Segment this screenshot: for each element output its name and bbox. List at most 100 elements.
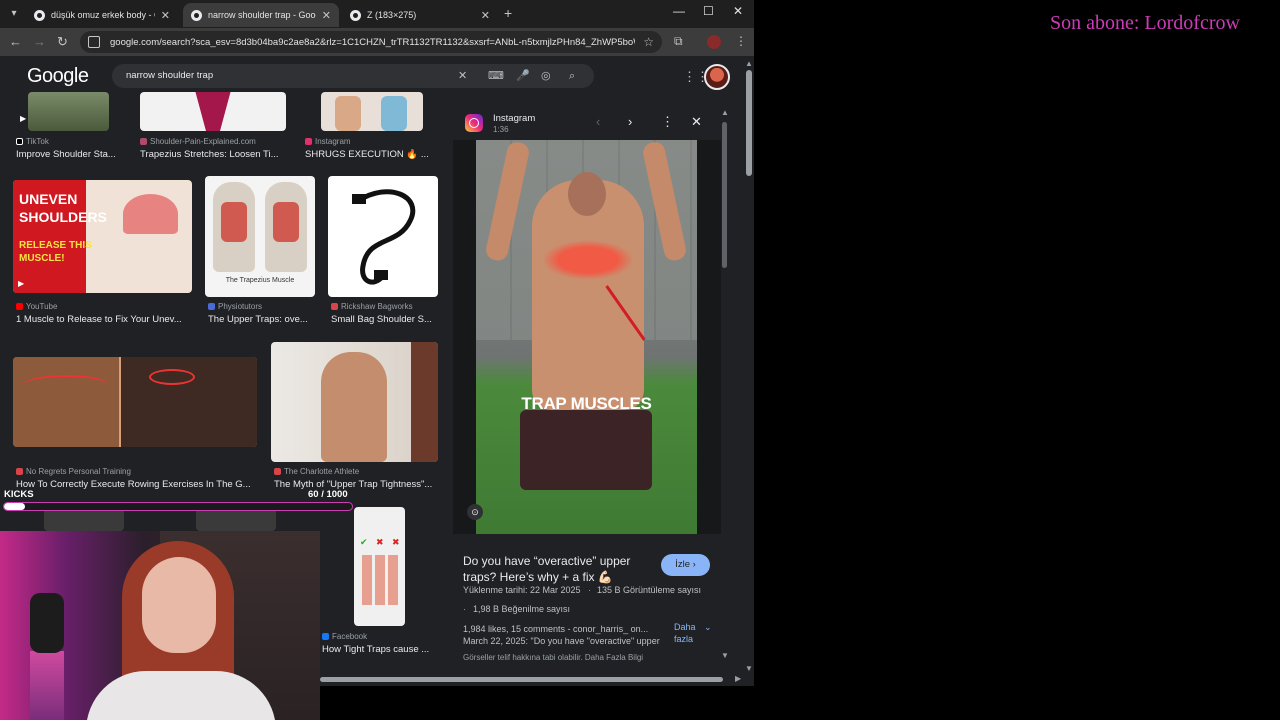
result-source[interactable]: Instagram	[305, 137, 351, 146]
maximize-icon[interactable]: ☐	[703, 4, 714, 18]
bookmark-star-icon[interactable]: ☆	[643, 35, 654, 49]
search-icon[interactable]: ⌕	[569, 69, 575, 83]
tab-3[interactable]: Z (183×275) ✕	[342, 3, 498, 27]
site-favicon-icon	[16, 468, 23, 475]
kicks-goal-label: KICKS	[4, 489, 34, 500]
result-caption[interactable]: Small Bag Shoulder S...	[331, 314, 437, 325]
instagram-icon	[465, 114, 483, 132]
avatar[interactable]	[704, 64, 730, 90]
separator-dot: ·	[588, 585, 591, 595]
result-image[interactable]	[321, 92, 423, 131]
result-caption[interactable]: The Upper Traps: ove...	[208, 314, 316, 325]
result-image[interactable]	[13, 357, 257, 447]
more-options-icon[interactable]: ⋮	[661, 115, 674, 129]
minimize-icon[interactable]: —	[673, 4, 685, 18]
keyboard-icon[interactable]: ⌨	[488, 69, 504, 83]
preview-image[interactable]: TRAP MUSCLES ⊙	[453, 140, 721, 534]
site-info-icon[interactable]	[88, 36, 100, 48]
forward-icon[interactable]: →	[33, 34, 46, 50]
result-source[interactable]: The Charlotte Athlete	[274, 467, 359, 476]
microphone-icon[interactable]: 🎤	[516, 69, 530, 83]
result-source[interactable]: Physiotutors	[208, 302, 262, 311]
result-caption[interactable]: The Myth of "Upper Trap Tightness"...	[274, 479, 438, 490]
close-icon[interactable]: ✕	[691, 115, 702, 129]
lens-search-icon[interactable]: ⊙	[467, 504, 483, 520]
result-image[interactable]	[271, 342, 438, 462]
close-icon[interactable]: ✕	[322, 9, 331, 22]
result-source[interactable]: Facebook	[322, 632, 367, 641]
page-scrollbar[interactable]	[746, 70, 752, 176]
window-close-icon[interactable]: ✕	[733, 4, 743, 18]
more-link[interactable]: Daha fazla	[674, 621, 702, 645]
scroll-right-icon[interactable]: ▶	[735, 674, 741, 683]
tab-search-icon[interactable]: ▾	[6, 6, 22, 22]
kicks-progress-bar	[3, 502, 353, 511]
watch-button[interactable]: İzle ›	[661, 554, 710, 576]
back-icon[interactable]: ←	[9, 34, 22, 50]
scroll-down-icon[interactable]: ▼	[721, 651, 729, 660]
result-caption[interactable]: SHRUGS EXECUTION 🔥 ...	[305, 149, 435, 160]
video-caption: TRAP MUSCLES	[521, 394, 652, 413]
result-source[interactable]: YouTube	[16, 302, 57, 311]
next-icon[interactable]: ›	[628, 115, 632, 129]
chevron-down-icon[interactable]: ⌄	[704, 622, 712, 633]
strap-image	[352, 189, 416, 285]
panel-title[interactable]: Do you have “overactive” upper traps? He…	[463, 553, 653, 585]
search-box[interactable]: narrow shoulder trap ✕ ⌨ 🎤 ◎ ⌕	[112, 64, 594, 88]
browser-toolbar: ← → ↻ google.com/search?sca_esv=8d3b04ba…	[0, 28, 754, 56]
result-image[interactable]	[28, 92, 109, 131]
result-image[interactable]: The Trapezius Muscle	[205, 176, 315, 297]
tab-2[interactable]: narrow shoulder trap - Google ✕	[183, 3, 339, 27]
image-preview-panel: Instagram 1:36 ‹ › ⋮ ✕ TRAP MUSCLES ⊙ Do…	[453, 104, 721, 686]
clear-icon[interactable]: ✕	[458, 69, 467, 83]
thumbnail-text: SHOULDERS	[19, 209, 107, 225]
result-image[interactable]: UNEVEN SHOULDERS RELEASE THIS MUSCLE! ▶	[13, 180, 192, 293]
video-frame: TRAP MUSCLES	[476, 140, 697, 534]
horizontal-scrollbar[interactable]	[320, 677, 723, 682]
url-text[interactable]: google.com/search?sca_esv=8d3b04ba9c2ae8…	[110, 37, 635, 48]
microphone	[30, 593, 64, 653]
browser-profile-avatar[interactable]	[707, 35, 721, 49]
extensions-icon[interactable]: ⧉	[674, 34, 683, 49]
search-input[interactable]: narrow shoulder trap	[126, 70, 213, 81]
result-image[interactable]	[140, 92, 286, 131]
thumbnail-text: UNEVEN	[19, 191, 78, 207]
result-source[interactable]: Shoulder-Pain-Explained.com	[140, 137, 256, 146]
new-tab-button[interactable]: +	[504, 6, 512, 20]
scroll-up-icon[interactable]: ▲	[721, 108, 729, 117]
copyright-notice[interactable]: Görseller telif hakkına tabi olabilir. D…	[463, 653, 643, 662]
result-caption[interactable]: How To Correctly Execute Rowing Exercise…	[16, 479, 256, 490]
result-source[interactable]: TikTok	[16, 137, 49, 146]
separator-dot: ·	[463, 604, 466, 614]
play-icon: ▶	[18, 279, 25, 288]
panel-scrollbar[interactable]	[722, 122, 727, 268]
thumbnail-label: The Trapezius Muscle	[225, 277, 295, 284]
instagram-icon	[305, 138, 312, 145]
result-caption[interactable]: Improve Shoulder Sta...	[16, 149, 126, 160]
site-favicon-icon	[331, 303, 338, 310]
lens-icon[interactable]: ◎	[541, 69, 551, 83]
site-favicon-icon	[140, 138, 147, 145]
google-favicon-icon	[34, 9, 45, 21]
result-caption[interactable]: 1 Muscle to Release to Fix Your Unev...	[16, 314, 190, 325]
result-source[interactable]: No Regrets Personal Training	[16, 467, 131, 476]
scroll-up-icon[interactable]: ▲	[745, 59, 753, 68]
close-icon[interactable]: ✕	[481, 9, 490, 22]
scroll-down-icon[interactable]: ▼	[745, 664, 753, 673]
google-logo[interactable]: Google	[27, 65, 89, 88]
kicks-progress-fill	[4, 503, 25, 510]
result-caption[interactable]: How Tight Traps cause ...	[322, 644, 438, 655]
previous-icon[interactable]: ‹	[596, 115, 600, 129]
site-favicon-icon	[208, 303, 215, 310]
site-favicon-icon	[274, 468, 281, 475]
browser-menu-icon[interactable]: ⋮	[735, 34, 747, 48]
result-caption[interactable]: Trapezius Stretches: Loosen Ti...	[140, 149, 286, 160]
reload-icon[interactable]: ↻	[57, 34, 68, 50]
result-source[interactable]: Rickshaw Bagworks	[331, 302, 413, 311]
result-image[interactable]	[328, 176, 438, 297]
panel-source[interactable]: Instagram	[493, 113, 535, 124]
result-image[interactable]: ✔ ✖ ✖	[354, 507, 405, 626]
address-bar[interactable]: google.com/search?sca_esv=8d3b04ba9c2ae8…	[80, 31, 662, 53]
close-icon[interactable]: ✕	[161, 9, 170, 22]
tab-1[interactable]: düşük omuz erkek body - Goog ✕	[26, 3, 178, 27]
